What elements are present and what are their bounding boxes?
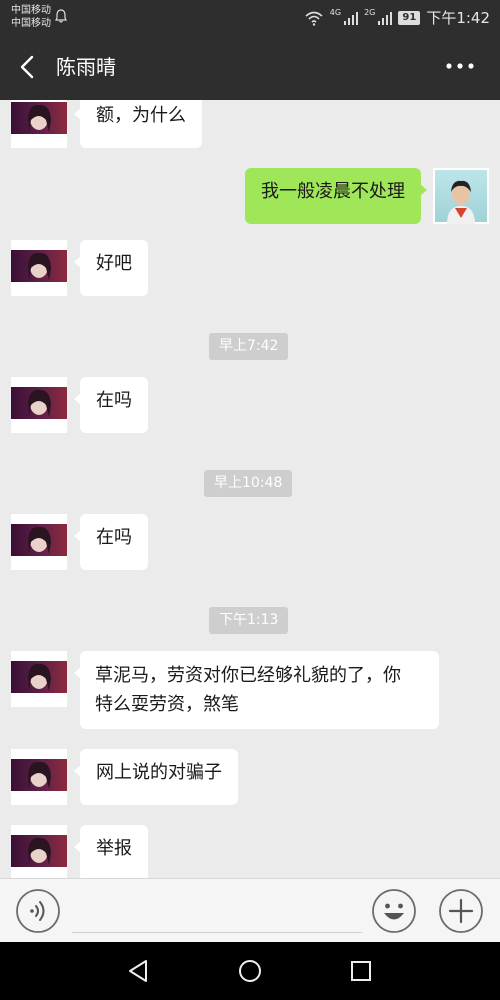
back-triangle-icon[interactable] — [124, 957, 152, 985]
message-bubble[interactable]: 在吗 — [74, 514, 148, 570]
time-divider: 早上7:42 — [209, 333, 289, 360]
recent-apps-icon[interactable] — [347, 957, 375, 985]
chat-title: 陈雨晴 — [56, 55, 116, 79]
battery-icon: 91 — [398, 10, 421, 25]
message-text: 在吗 — [96, 390, 132, 411]
contact-avatar[interactable] — [11, 651, 67, 707]
notification-bell-icon — [55, 9, 67, 23]
input-bar — [0, 878, 500, 942]
carrier-info: 中国移动 中国移动 — [11, 3, 67, 30]
plus-icon[interactable] — [438, 888, 484, 934]
home-circle-icon[interactable] — [236, 957, 264, 985]
message-input[interactable] — [72, 889, 362, 933]
contact-avatar[interactable] — [11, 825, 67, 878]
system-nav-bar — [0, 942, 500, 1000]
status-bar: 中国移动 中国移动 4G 2G 91 下午1:42 — [0, 0, 500, 34]
message-text: 我一般凌晨不处理 — [261, 181, 405, 202]
back-arrow-icon[interactable] — [14, 53, 42, 81]
message-bubble[interactable]: 举报 — [74, 825, 148, 878]
time-divider: 早上10:48 — [204, 470, 293, 497]
message-bubble[interactable]: 好吧 — [74, 240, 148, 296]
contact-avatar[interactable] — [11, 514, 67, 570]
message-bubble[interactable]: 我一般凌晨不处理 — [245, 168, 427, 224]
message-text-line: 特么耍劳资，煞笔 — [95, 694, 239, 715]
message-text: 在吗 — [96, 527, 132, 548]
contact-avatar[interactable] — [11, 100, 67, 148]
more-options-icon[interactable] — [442, 54, 478, 78]
carrier-1: 中国移动 — [11, 4, 51, 16]
message-text: 举报 — [96, 838, 132, 859]
message-bubble[interactable]: 在吗 — [74, 377, 148, 433]
voice-icon[interactable] — [15, 888, 61, 934]
contact-avatar[interactable] — [11, 240, 67, 296]
message-bubble[interactable]: 额，为什么 — [74, 100, 202, 148]
message-text: 好吧 — [96, 253, 132, 274]
message-list[interactable]: 额，为什么 我一般凌晨不处理 好吧 早上7:42 在吗 早上10:48 在吗 下… — [0, 100, 500, 878]
time-divider: 下午1:13 — [209, 607, 289, 634]
network-type-1: 4G — [329, 8, 342, 17]
message-bubble[interactable]: 草泥马，劳资对你已经够礼貌的了，你 特么耍劳资，煞笔 — [74, 651, 439, 729]
message-text-line: 草泥马，劳资对你已经够礼貌的了，你 — [95, 665, 401, 686]
chat-header: 陈雨晴 — [0, 34, 500, 100]
carrier-2: 中国移动 — [11, 18, 51, 29]
emoji-icon[interactable] — [371, 888, 417, 934]
message-text: 额，为什么 — [96, 105, 186, 126]
signal-icon — [344, 11, 359, 25]
message-text: 网上说的对骗子 — [96, 762, 222, 783]
network-type-2: 2G — [364, 8, 376, 17]
contact-avatar[interactable] — [11, 749, 67, 805]
wifi-icon — [305, 11, 323, 26]
contact-avatar[interactable] — [11, 377, 67, 433]
signal-icon — [378, 11, 393, 25]
self-avatar[interactable] — [433, 168, 489, 224]
message-bubble[interactable]: 网上说的对骗子 — [74, 749, 238, 805]
clock: 下午1:42 — [426, 9, 490, 27]
